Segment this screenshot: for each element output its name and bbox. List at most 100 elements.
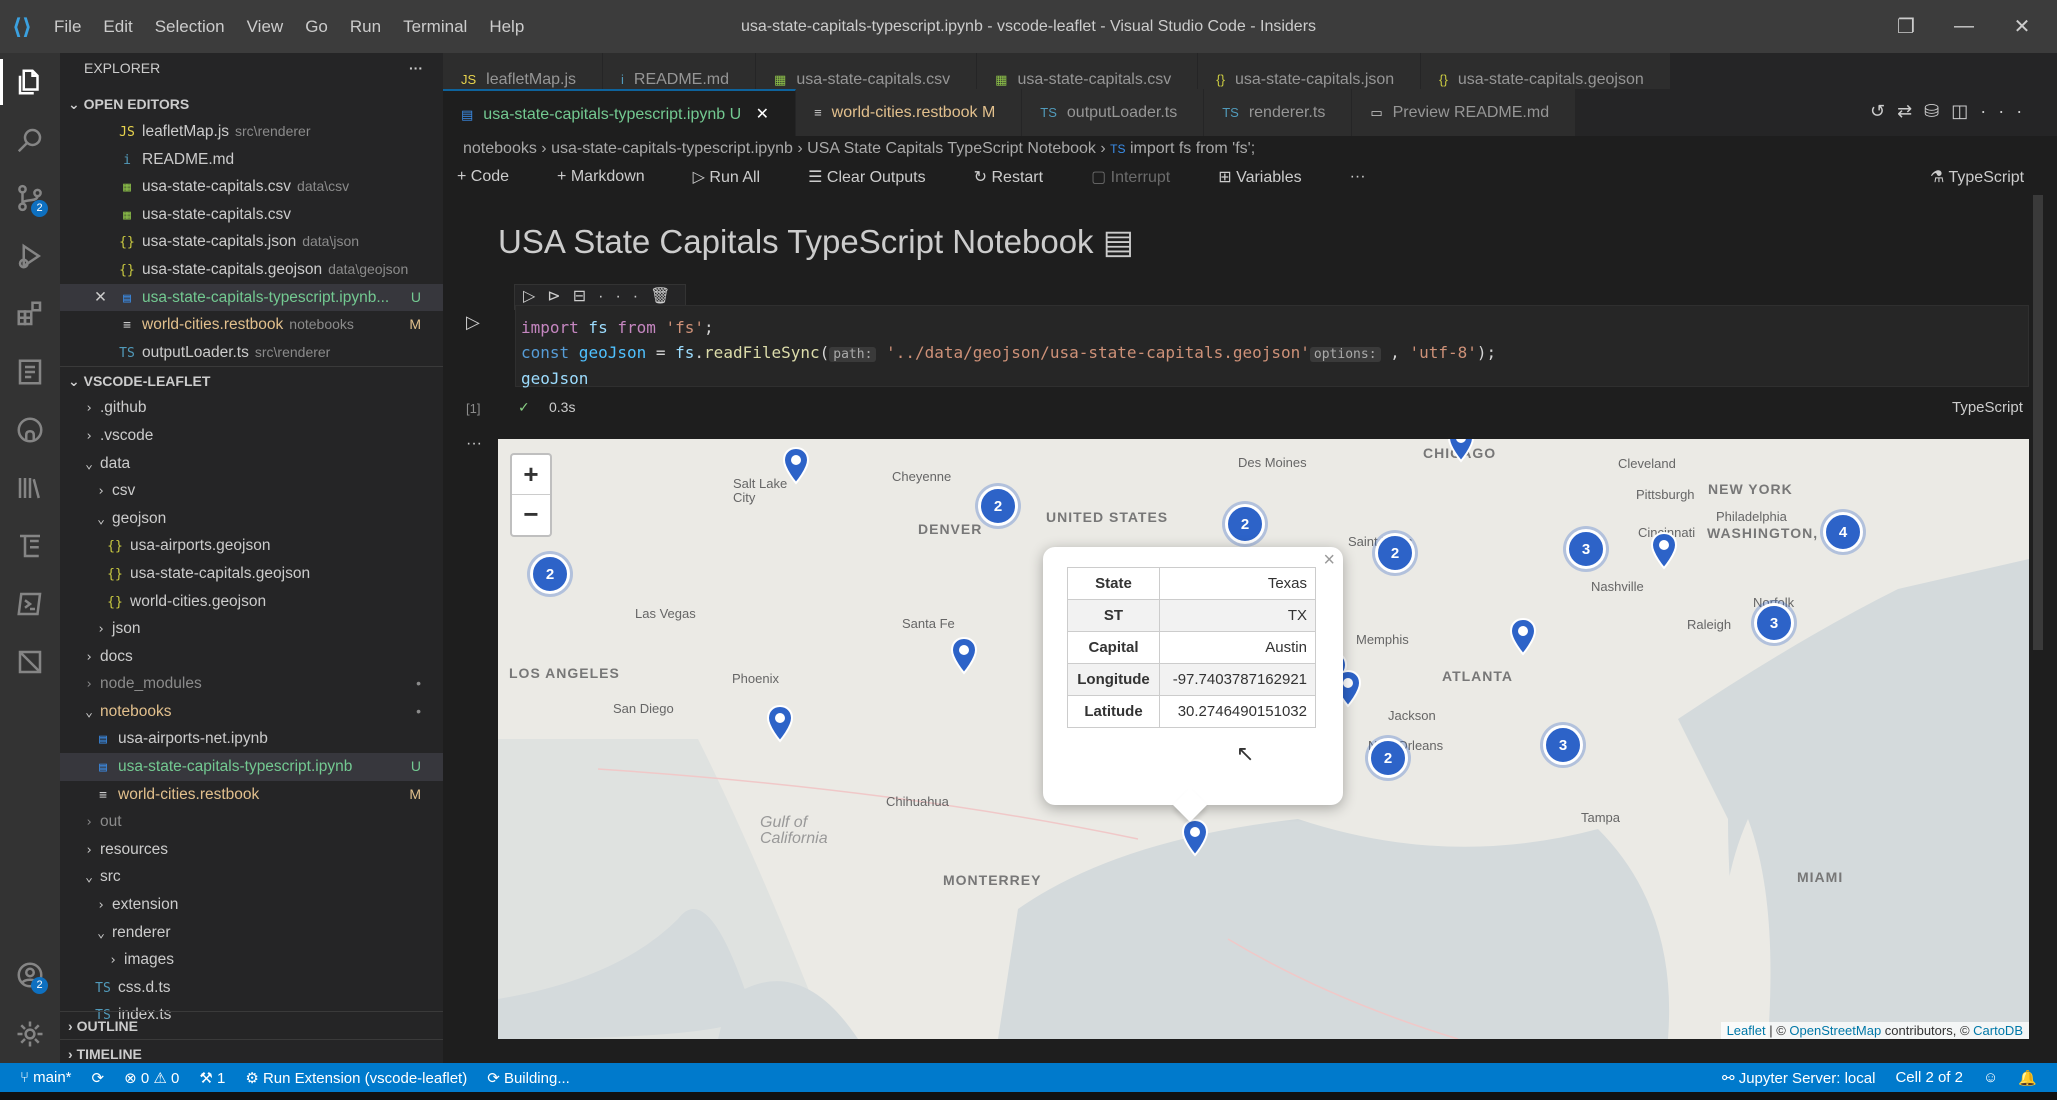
github-button[interactable] <box>0 401 60 459</box>
tree-item[interactable]: ▤ usa-state-capitals-typescript.ipynb U <box>60 753 443 781</box>
menu-go[interactable]: Go <box>295 0 338 53</box>
tree-item[interactable]: ⌄ src <box>60 863 443 891</box>
remote-button[interactable] <box>0 633 60 691</box>
open-editor-item[interactable]: ≡ world-cities.restbook notebooks M <box>60 311 443 339</box>
restore-button[interactable]: ❐ <box>1877 0 1935 53</box>
zoom-out-button[interactable]: − <box>512 495 550 535</box>
library-button[interactable] <box>0 459 60 517</box>
tree-item[interactable]: › docs <box>60 643 443 671</box>
problems-status[interactable]: ⊗ 0 ⚠ 0 <box>124 1069 179 1087</box>
location-pin-icon[interactable] <box>1509 618 1537 656</box>
branch-status[interactable]: ⑂ main* <box>20 1069 72 1086</box>
cluster-marker[interactable]: 2 <box>1225 504 1265 544</box>
breadcrumb-item[interactable]: USA State Capitals TypeScript Notebook <box>807 140 1096 157</box>
menu-view[interactable]: View <box>237 0 294 53</box>
tree-item[interactable]: › images <box>60 946 443 974</box>
add-code-button[interactable]: + Code <box>457 168 533 186</box>
location-pin-icon[interactable] <box>1447 439 1475 463</box>
add-markdown-button[interactable]: + Markdown <box>557 168 669 186</box>
open-editor-item[interactable]: TS outputLoader.ts src\renderer <box>60 339 443 367</box>
editor-actions[interactable]: ↺⇄⛁◫··· <box>1870 101 2034 122</box>
clear-outputs-button[interactable]: ☰ Clear Outputs <box>808 167 950 187</box>
open-editor-item[interactable]: {} usa-state-capitals.geojson data\geojson <box>60 256 443 284</box>
code-editor[interactable]: import fs from 'fs'; const geoJson = fs.… <box>521 316 1496 392</box>
testing-button[interactable] <box>0 517 60 575</box>
jupyter-status[interactable]: ⚯ Jupyter Server: local <box>1722 1069 1875 1087</box>
open-editor-item[interactable]: ▦ usa-state-capitals.csv <box>60 201 443 229</box>
tree-item[interactable]: › extension <box>60 891 443 919</box>
editor-tab[interactable]: ≡ world-cities.restbook M <box>796 89 1023 136</box>
menu-run[interactable]: Run <box>340 0 391 53</box>
tree-item[interactable]: TS css.d.ts <box>60 974 443 1002</box>
tree-item[interactable]: › node_modules • <box>60 670 443 698</box>
kernel-picker[interactable]: ⚗ TypeScript <box>1930 167 2024 187</box>
open-editor-item[interactable]: ▦ usa-state-capitals.csv data\csv <box>60 173 443 201</box>
tree-item[interactable]: ⌄ renderer <box>60 919 443 947</box>
menu-edit[interactable]: Edit <box>93 0 142 53</box>
run-extension-status[interactable]: ⚙ Run Extension (vscode-leaflet) <box>245 1069 467 1087</box>
osm-link[interactable]: OpenStreetMap <box>1789 1023 1881 1038</box>
tree-item[interactable]: › .vscode <box>60 422 443 450</box>
ports-status[interactable]: ⚒ 1 <box>199 1069 225 1087</box>
open-editors-header[interactable]: ⌄ OPEN EDITORS <box>60 90 443 118</box>
cell-language[interactable]: TypeScript <box>1952 399 2023 416</box>
tree-item[interactable]: ⌄ notebooks • <box>60 698 443 726</box>
zoom-in-button[interactable]: + <box>512 455 550 495</box>
popup-close-button[interactable]: × <box>1323 549 1335 572</box>
run-cell-button[interactable]: ▷ <box>466 312 480 333</box>
tree-item[interactable]: ▤ usa-airports-net.ipynb <box>60 725 443 753</box>
building-status[interactable]: ⟳ Building... <box>487 1069 570 1087</box>
settings-button[interactable] <box>0 1005 60 1063</box>
tree-item[interactable]: › json <box>60 615 443 643</box>
project-header[interactable]: ⌄ VSCODE-LEAFLET <box>60 366 443 394</box>
location-pin-icon[interactable] <box>782 447 810 485</box>
cluster-marker[interactable]: 4 <box>1823 512 1863 552</box>
run-debug-button[interactable] <box>0 227 60 285</box>
menu-terminal[interactable]: Terminal <box>393 0 477 53</box>
powershell-button[interactable] <box>0 575 60 633</box>
cluster-marker[interactable]: 2 <box>530 554 570 594</box>
sync-icon[interactable]: ⟳ <box>92 1069 105 1087</box>
location-pin-icon[interactable] <box>950 637 978 675</box>
extensions-button[interactable] <box>0 285 60 343</box>
tree-item[interactable]: ≡ world-cities.restbook M <box>60 781 443 809</box>
accounts-button[interactable]: 2 <box>0 946 60 1004</box>
carto-link[interactable]: CartoDB <box>1973 1023 2023 1038</box>
location-pin-icon[interactable] <box>1650 532 1678 570</box>
cell-status[interactable]: Cell 2 of 2 <box>1895 1069 1963 1086</box>
editor-tab[interactable]: ▭ Preview README.md <box>1352 89 1577 136</box>
tree-item[interactable]: ⌄ data <box>60 450 443 478</box>
tree-item[interactable]: › csv <box>60 477 443 505</box>
cluster-marker[interactable]: 3 <box>1566 529 1606 569</box>
leaflet-map[interactable]: Salt Lake CityCheyenneDENVERDes MoinesCH… <box>498 439 2029 1039</box>
open-editor-item[interactable]: i README.md <box>60 146 443 174</box>
close-tab-icon[interactable]: ✕ <box>756 106 769 123</box>
menu-file[interactable]: File <box>44 0 91 53</box>
close-window-button[interactable]: ✕ <box>1993 0 2051 53</box>
toolbar-more-icon[interactable]: ··· <box>1350 168 1366 186</box>
cluster-marker[interactable]: 2 <box>1368 738 1408 778</box>
remote-explorer-button[interactable] <box>0 343 60 401</box>
outline-header[interactable]: › OUTLINE <box>60 1011 443 1039</box>
search-button[interactable] <box>0 111 60 169</box>
menu-selection[interactable]: Selection <box>145 0 235 53</box>
open-editor-item[interactable]: JS leafletMap.js src\renderer <box>60 118 443 146</box>
explorer-button[interactable] <box>0 53 60 111</box>
run-all-button[interactable]: ▷ Run All <box>693 167 784 187</box>
menu-help[interactable]: Help <box>479 0 534 53</box>
variables-button[interactable]: ⊞ Variables <box>1218 167 1325 187</box>
restart-button[interactable]: ↻ Restart <box>974 167 1067 187</box>
cluster-marker[interactable]: 3 <box>1754 603 1794 643</box>
cluster-marker[interactable]: 2 <box>978 486 1018 526</box>
tree-item[interactable]: › resources <box>60 836 443 864</box>
tree-item[interactable]: {} usa-airports.geojson <box>60 532 443 560</box>
scrollbar[interactable] <box>2033 195 2043 650</box>
location-pin-icon[interactable] <box>1181 819 1209 857</box>
close-editor-icon[interactable]: ✕ <box>94 284 107 312</box>
tree-item[interactable]: ⌄ geojson <box>60 505 443 533</box>
cluster-marker[interactable]: 3 <box>1543 725 1583 765</box>
source-control-button[interactable]: 2 <box>0 169 60 227</box>
open-editor-item[interactable]: {} usa-state-capitals.json data\json <box>60 228 443 256</box>
breadcrumb-item[interactable]: notebooks <box>463 140 537 157</box>
cluster-marker[interactable]: 2 <box>1375 533 1415 573</box>
